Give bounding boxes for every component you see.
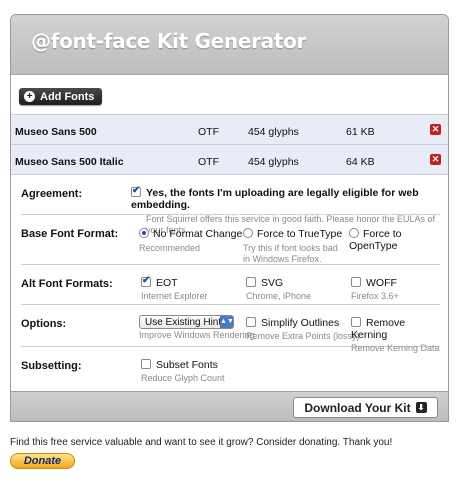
radio-selected-icon bbox=[139, 228, 149, 238]
checkbox-label: WOFF bbox=[366, 277, 397, 289]
subsetting-label: Subsetting: bbox=[21, 360, 82, 372]
checkbox-icon bbox=[246, 277, 256, 287]
font-format: OTF bbox=[198, 126, 219, 138]
base-format-row: Base Font Format: No Format Change Recom… bbox=[21, 215, 440, 265]
checkbox-woff[interactable]: WOFF Firefox 3.6+ bbox=[351, 277, 399, 302]
checkbox-icon bbox=[351, 317, 361, 327]
plus-icon: + bbox=[24, 91, 35, 102]
checkbox-simplify-outlines[interactable]: Simplify Outlines Remove Extra Points (l… bbox=[246, 317, 360, 342]
radio-label: No Format Change bbox=[153, 228, 243, 240]
hints-sub: Improve Windows Rendering bbox=[139, 330, 255, 340]
remove-font-icon[interactable]: ✕ bbox=[430, 154, 441, 165]
font-glyphs: 454 glyphs bbox=[248, 156, 299, 168]
checkbox-icon bbox=[351, 277, 361, 287]
agreement-text: Yes, the fonts I'm uploading are legally… bbox=[131, 187, 419, 211]
font-size: 64 KB bbox=[346, 156, 375, 168]
download-kit-label: Download Your Kit bbox=[304, 400, 411, 415]
add-fonts-button[interactable]: + Add Fonts bbox=[19, 88, 103, 105]
add-fonts-label: Add Fonts bbox=[40, 90, 95, 103]
agreement-label: Agreement: bbox=[21, 188, 83, 200]
checkbox-icon bbox=[141, 359, 151, 369]
toolbar: + Add Fonts bbox=[11, 75, 448, 115]
alt-formats-row: Alt Font Formats: EOT Internet Explorer … bbox=[21, 265, 440, 305]
checkbox-sub: Remove Extra Points (lossy) bbox=[246, 331, 360, 341]
panel-header: @font-face Kit Generator bbox=[11, 15, 448, 75]
checkbox-sub: Firefox 3.6+ bbox=[351, 291, 399, 301]
hints-select[interactable]: Use Existing Hints ▲▼ bbox=[139, 315, 234, 329]
font-size: 61 KB bbox=[346, 126, 375, 138]
radio-sub: Recommended bbox=[139, 243, 201, 253]
select-arrows-icon: ▲▼ bbox=[220, 316, 234, 328]
checkbox-label: EOT bbox=[156, 277, 178, 289]
font-name: Museo Sans 500 Italic bbox=[15, 156, 124, 168]
checkbox-sub: Reduce Glyph Count bbox=[141, 373, 225, 383]
radio-icon bbox=[243, 228, 253, 238]
download-arrow-icon: ⬇ bbox=[415, 402, 427, 413]
kit-generator-panel: @font-face Kit Generator + Add Fonts Mus… bbox=[10, 14, 449, 422]
page-title: @font-face Kit Generator bbox=[31, 29, 307, 53]
checkbox-sub: Internet Explorer bbox=[141, 291, 208, 301]
radio-no-format-change[interactable]: No Format Change Recommended bbox=[139, 228, 242, 254]
options-row: Options: Use Existing Hints ▲▼ Improve W… bbox=[21, 305, 440, 353]
agreement-row: Agreement: Yes, the fonts I'm uploading … bbox=[21, 175, 440, 235]
checkbox-checked-icon bbox=[141, 275, 151, 287]
checkbox-label: Subset Fonts bbox=[156, 359, 218, 371]
alt-formats-label: Alt Font Formats: bbox=[21, 278, 113, 290]
checkbox-eot[interactable]: EOT Internet Explorer bbox=[141, 275, 208, 302]
checkbox-checked-icon bbox=[131, 185, 141, 197]
radio-sub: Try this if font looks bad in Windows Fi… bbox=[243, 243, 338, 264]
checkbox-subset-fonts[interactable]: Subset Fonts Reduce Glyph Count bbox=[141, 359, 225, 384]
font-row: Museo Sans 500 OTF 454 glyphs 61 KB ✕ bbox=[11, 115, 448, 145]
checkbox-label: Simplify Outlines bbox=[261, 317, 340, 329]
checkbox-sub: Chrome, iPhone bbox=[246, 291, 312, 301]
font-glyphs: 454 glyphs bbox=[248, 126, 299, 138]
checkbox-svg[interactable]: SVG Chrome, iPhone bbox=[246, 277, 311, 302]
download-kit-button[interactable]: Download Your Kit ⬇ bbox=[293, 397, 438, 418]
donation-note: Find this free service valuable and want… bbox=[10, 437, 393, 448]
checkbox-label: SVG bbox=[261, 277, 284, 289]
font-name: Museo Sans 500 bbox=[15, 126, 97, 138]
donate-button[interactable]: Donate bbox=[10, 453, 75, 469]
radio-force-opentype[interactable]: Force to OpenType bbox=[349, 228, 440, 252]
options-label: Options: bbox=[21, 318, 67, 330]
panel-footer: Download Your Kit ⬇ bbox=[11, 391, 448, 421]
checkbox-icon bbox=[246, 317, 256, 327]
font-format: OTF bbox=[198, 156, 219, 168]
remove-font-icon[interactable]: ✕ bbox=[430, 124, 441, 135]
hints-select-value: Use Existing Hints bbox=[145, 316, 227, 328]
radio-icon bbox=[349, 228, 359, 238]
font-row: Museo Sans 500 Italic OTF 454 glyphs 64 … bbox=[11, 145, 448, 175]
base-format-label: Base Font Format: bbox=[21, 228, 119, 240]
subsetting-row: Subsetting: Subset Fonts Reduce Glyph Co… bbox=[21, 347, 440, 387]
radio-force-truetype[interactable]: Force to TrueType Try this if font looks… bbox=[243, 228, 343, 265]
radio-label: Force to TrueType bbox=[257, 228, 343, 240]
